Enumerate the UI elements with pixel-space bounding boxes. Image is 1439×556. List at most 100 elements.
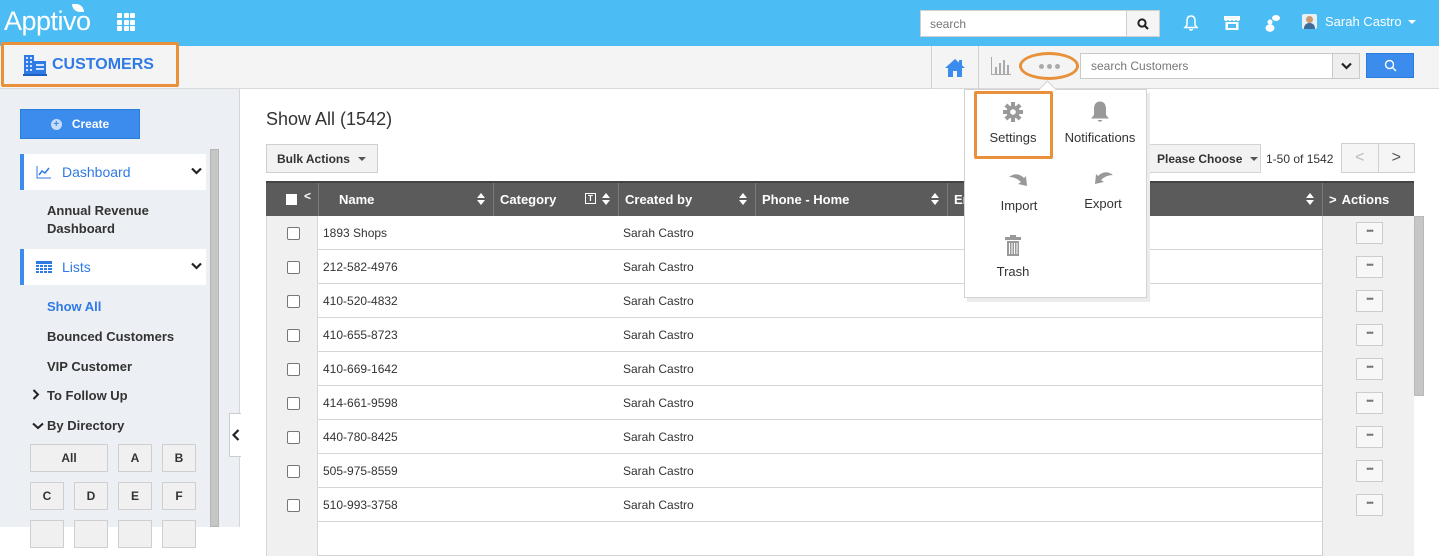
notifications-button[interactable]	[1181, 12, 1201, 34]
home-button[interactable]	[931, 46, 979, 89]
table-row[interactable]: 410-655-8723 Sarah Castro •••	[266, 318, 1414, 352]
directory-all-button[interactable]: All	[30, 444, 108, 472]
sidebar-item-annual-revenue-dashboard[interactable]: Annual Revenue Dashboard	[47, 202, 167, 238]
customer-name-link[interactable]: 440-780-8425	[323, 430, 398, 444]
chat-button[interactable]	[1262, 12, 1282, 34]
column-header-created-by[interactable]: Created by	[618, 183, 755, 216]
chevron-right-icon[interactable]: >	[1329, 192, 1337, 207]
table-row[interactable]: 410-520-4832 Sarah Castro •••	[266, 284, 1414, 318]
menu-item-notifications[interactable]: Notifications	[1059, 100, 1141, 145]
table-row[interactable]: 510-993-3758 Sarah Castro •••	[266, 488, 1414, 522]
row-actions-button[interactable]: •••	[1356, 494, 1383, 516]
sidebar-tree-to-follow-up[interactable]: To Follow Up	[32, 388, 128, 403]
row-checkbox[interactable]	[287, 227, 300, 240]
row-actions-button[interactable]: •••	[1356, 392, 1383, 414]
row-checkbox[interactable]	[287, 261, 300, 274]
apptivo-logo[interactable]: Apptivo	[4, 4, 91, 37]
directory-button[interactable]	[118, 520, 152, 548]
apps-grid-icon[interactable]	[117, 13, 135, 31]
directory-button[interactable]	[30, 520, 64, 548]
row-checkbox[interactable]	[287, 431, 300, 444]
search-filter-dropdown[interactable]	[1332, 54, 1359, 78]
prev-page-button[interactable]: <	[1342, 144, 1378, 172]
row-select-cell	[266, 352, 318, 386]
table-row[interactable]: 212-582-4976 Sarah Castro •••	[266, 250, 1414, 284]
module-title[interactable]: CUSTOMERS	[1, 42, 179, 87]
sort-icon[interactable]	[931, 193, 939, 205]
sort-icon[interactable]	[739, 193, 747, 205]
customer-name-link[interactable]: 410-669-1642	[323, 362, 398, 376]
table-row[interactable]	[266, 522, 1414, 556]
global-search-input[interactable]	[921, 11, 1127, 36]
row-actions-button[interactable]: •••	[1356, 358, 1383, 380]
customer-name-link[interactable]: 212-582-4976	[323, 260, 398, 274]
view-select[interactable]: Please Choose	[1148, 144, 1261, 173]
row-checkbox[interactable]	[287, 499, 300, 512]
user-menu[interactable]: Sarah Castro	[1302, 14, 1416, 29]
customer-name-link[interactable]: 1893 Shops	[323, 226, 387, 240]
sort-icon[interactable]	[1306, 193, 1314, 205]
menu-item-export[interactable]: Export	[1063, 166, 1143, 211]
column-header-name[interactable]: Name	[318, 183, 493, 216]
row-checkbox[interactable]	[287, 397, 300, 410]
customer-name-link[interactable]: 505-975-8559	[323, 464, 398, 478]
directory-f-button[interactable]: F	[162, 482, 196, 510]
table-row[interactable]: 414-661-9598 Sarah Castro •••	[266, 386, 1414, 420]
row-select-cell	[266, 216, 318, 250]
table-row[interactable]: 505-975-8559 Sarah Castro •••	[266, 454, 1414, 488]
sidebar-section-dashboard[interactable]: Dashboard	[20, 154, 206, 190]
collapse-sidebar-button[interactable]	[229, 413, 241, 457]
row-checkbox[interactable]	[287, 363, 300, 376]
directory-e-button[interactable]: E	[118, 482, 152, 510]
row-actions-button[interactable]: •••	[1356, 256, 1383, 278]
sidebar-scrollbar[interactable]	[210, 149, 219, 527]
next-page-button[interactable]: >	[1377, 144, 1415, 172]
menu-item-import[interactable]: Import	[979, 168, 1059, 213]
chevron-left-icon[interactable]: <	[304, 189, 311, 203]
row-checkbox[interactable]	[287, 295, 300, 308]
customer-name-link[interactable]: 414-661-9598	[323, 396, 398, 410]
module-search-button[interactable]	[1366, 53, 1414, 78]
select-all-checkbox[interactable]	[286, 194, 297, 205]
table-row[interactable]: 410-669-1642 Sarah Castro •••	[266, 352, 1414, 386]
row-actions-button[interactable]: •••	[1356, 222, 1383, 244]
app-store-button[interactable]	[1222, 12, 1242, 34]
directory-button[interactable]	[74, 520, 108, 548]
module-search-input[interactable]	[1081, 54, 1331, 78]
directory-d-button[interactable]: D	[74, 482, 108, 510]
sidebar-item-vip-customer[interactable]: VIP Customer	[47, 358, 132, 376]
more-options-button[interactable]	[1019, 52, 1079, 80]
customer-name-link[interactable]: 410-655-8723	[323, 328, 398, 342]
global-search-button[interactable]	[1126, 11, 1159, 36]
row-actions-button[interactable]: •••	[1356, 460, 1383, 482]
bulk-actions-button[interactable]: Bulk Actions	[266, 144, 378, 173]
sidebar-item-show-all[interactable]: Show All	[47, 298, 101, 316]
row-actions-button[interactable]: •••	[1356, 324, 1383, 346]
customer-name-link[interactable]: 510-993-3758	[323, 498, 398, 512]
row-actions-button[interactable]: •••	[1356, 426, 1383, 448]
table-row[interactable]: 1893 Shops Sarah Castro •••	[266, 216, 1414, 250]
table-scrollbar[interactable]	[1414, 216, 1424, 396]
create-button[interactable]: + Create	[20, 109, 140, 139]
module-search	[1080, 53, 1360, 79]
row-checkbox[interactable]	[287, 465, 300, 478]
sidebar-item-bounced-customers[interactable]: Bounced Customers	[47, 328, 174, 346]
menu-item-trash[interactable]: Trash	[973, 234, 1053, 279]
row-checkbox[interactable]	[287, 329, 300, 342]
row-actions-button[interactable]: •••	[1356, 290, 1383, 312]
customer-name-link[interactable]: 410-520-4832	[323, 294, 398, 308]
sort-icon[interactable]	[602, 193, 610, 205]
directory-a-button[interactable]: A	[118, 444, 152, 472]
sort-icon[interactable]	[477, 193, 485, 205]
column-header-category[interactable]: Category T	[493, 183, 618, 216]
directory-button[interactable]	[162, 520, 196, 548]
sidebar-section-lists[interactable]: Lists	[20, 249, 206, 285]
directory-c-button[interactable]: C	[30, 482, 64, 510]
sidebar-tree-by-directory[interactable]: By Directory	[32, 418, 124, 433]
table-row[interactable]: 440-780-8425 Sarah Castro •••	[266, 420, 1414, 454]
filter-icon[interactable]: T	[585, 193, 596, 204]
reports-button[interactable]	[989, 55, 1013, 77]
column-header-phone-home[interactable]: Phone - Home	[755, 183, 947, 216]
directory-b-button[interactable]: B	[162, 444, 196, 472]
search-icon	[1137, 17, 1149, 30]
